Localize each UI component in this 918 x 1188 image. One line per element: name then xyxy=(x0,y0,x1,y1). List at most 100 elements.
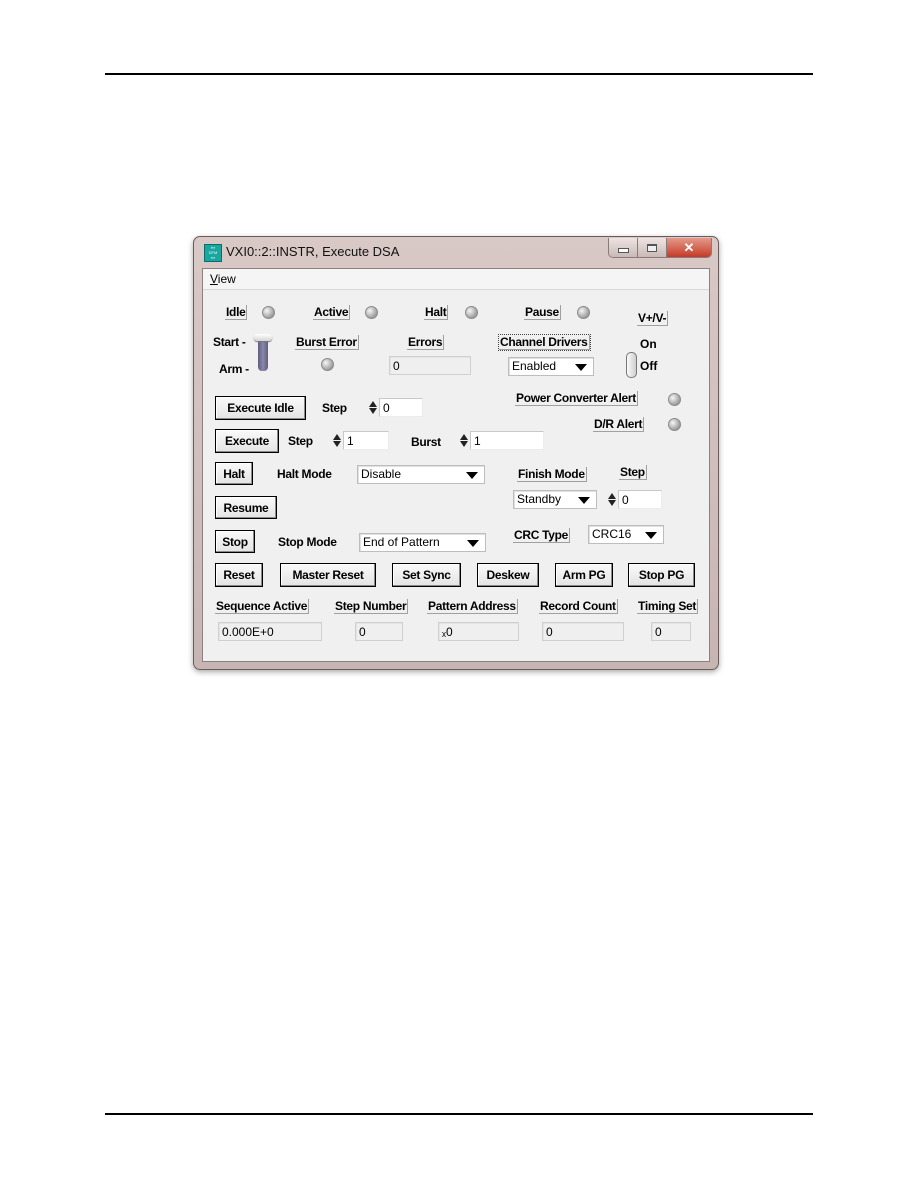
close-icon: ✕ xyxy=(683,239,695,255)
idle-label: Idle xyxy=(225,305,248,320)
finish-mode-value: Standby xyxy=(517,492,562,506)
page-header-rule xyxy=(105,73,813,75)
pause-indicator xyxy=(577,306,590,319)
timing-set-value: 0 xyxy=(651,622,691,641)
burst-error-indicator xyxy=(321,358,334,371)
stop-mode-value: End of Pattern xyxy=(363,535,440,549)
master-reset-button[interactable]: Master Reset xyxy=(280,563,376,587)
step-number-value: 0 xyxy=(355,622,403,641)
spin-down-icon[interactable] xyxy=(333,441,341,447)
finish-mode-label: Finish Mode xyxy=(517,467,587,482)
power-off-label: Off xyxy=(640,359,658,373)
chevron-down-icon xyxy=(467,540,479,547)
execute-button[interactable]: Execute xyxy=(215,429,279,453)
execute-idle-button[interactable]: Execute Idle xyxy=(215,396,306,420)
spin-up-icon[interactable] xyxy=(333,434,341,440)
stop-mode-select[interactable]: End of Pattern xyxy=(359,533,486,552)
channel-drivers-label: Channel Drivers xyxy=(498,334,591,351)
crc-type-value: CRC16 xyxy=(592,527,632,541)
pattern-address-value: ₓ0 xyxy=(438,622,519,641)
halt-indicator xyxy=(465,306,478,319)
halt-mode-label: Halt Mode xyxy=(277,467,332,481)
finish-step-spinner[interactable] xyxy=(608,490,616,509)
channel-drivers-select[interactable]: Enabled xyxy=(508,357,594,376)
minimize-icon xyxy=(617,248,629,253)
power-toggle-switch[interactable] xyxy=(626,352,637,378)
window-title: VXI0::2::INSTR, Execute DSA xyxy=(226,244,400,259)
start-arm-slider-thumb[interactable] xyxy=(254,334,272,341)
page-footer-rule xyxy=(105,1113,813,1115)
execute-step-spinner[interactable] xyxy=(333,431,341,450)
sequence-active-value: 0.000E+0 xyxy=(218,622,322,641)
spin-down-icon[interactable] xyxy=(460,441,468,447)
execute-step-input[interactable]: 1 xyxy=(343,431,389,450)
power-on-label: On xyxy=(640,337,657,351)
sequence-active-label: Sequence Active xyxy=(215,599,310,614)
spin-down-icon[interactable] xyxy=(369,408,377,414)
menu-bar: View xyxy=(203,269,709,290)
deskew-button[interactable]: Deskew xyxy=(477,563,539,587)
errors-label: Errors xyxy=(407,335,445,350)
halt-button[interactable]: Halt xyxy=(215,462,253,485)
menu-view-label: iew xyxy=(217,272,236,286)
resume-button[interactable]: Resume xyxy=(215,496,277,519)
dr-alert-indicator xyxy=(668,418,681,431)
chevron-down-icon xyxy=(645,532,657,539)
crc-type-select[interactable]: CRC16 xyxy=(588,525,664,544)
burst-error-label: Burst Error xyxy=(295,335,359,350)
close-button[interactable]: ✕ xyxy=(667,238,711,257)
finish-step-label: Step xyxy=(619,465,647,480)
power-converter-alert-label: Power Converter Alert xyxy=(515,391,638,406)
maximize-button[interactable] xyxy=(638,238,667,257)
power-converter-alert-indicator xyxy=(668,393,681,406)
menu-view[interactable]: View xyxy=(210,272,236,286)
spin-up-icon[interactable] xyxy=(608,493,616,499)
halt-status-label: Halt xyxy=(424,305,449,320)
burst-input[interactable]: 1 xyxy=(470,431,544,450)
maximize-icon xyxy=(647,243,657,252)
finish-step-input[interactable]: 0 xyxy=(618,490,662,509)
record-count-value: 0 xyxy=(542,622,624,641)
stop-button[interactable]: Stop xyxy=(215,530,255,553)
errors-field: 0 xyxy=(389,356,471,375)
chevron-down-icon xyxy=(578,497,590,504)
reset-button[interactable]: Reset xyxy=(215,563,263,587)
menu-view-accelerator: V xyxy=(210,272,218,286)
execute-idle-step-spinner[interactable] xyxy=(369,398,377,417)
stop-mode-label: Stop Mode xyxy=(278,535,337,549)
finish-mode-select[interactable]: Standby xyxy=(513,490,597,509)
spin-down-icon[interactable] xyxy=(608,500,616,506)
channel-drivers-value: Enabled xyxy=(512,359,557,373)
burst-label: Burst xyxy=(411,435,441,449)
caption-buttons: ✕ xyxy=(608,238,712,258)
step-number-label: Step Number xyxy=(334,599,409,614)
vplus-vminus-label: V+/V- xyxy=(637,311,669,326)
spin-up-icon[interactable] xyxy=(460,434,468,440)
active-indicator xyxy=(365,306,378,319)
arm-label: Arm - xyxy=(219,362,249,376)
execute-idle-step-label: Step xyxy=(322,401,347,415)
arm-pg-button[interactable]: Arm PG xyxy=(555,563,613,587)
minimize-button[interactable] xyxy=(609,238,638,257)
stop-pg-button[interactable]: Stop PG xyxy=(628,563,695,587)
execute-idle-step-input[interactable]: 0 xyxy=(379,398,423,417)
title-bar[interactable]: ▪▪▪ DFM ▪▪▪ VXI0::2::INSTR, Execute DSA ✕ xyxy=(194,237,718,267)
execute-dsa-window: ▪▪▪ DFM ▪▪▪ VXI0::2::INSTR, Execute DSA ✕ … xyxy=(193,236,719,670)
start-label: Start - xyxy=(213,335,246,349)
burst-spinner[interactable] xyxy=(460,431,468,450)
chevron-down-icon xyxy=(575,364,587,371)
set-sync-button[interactable]: Set Sync xyxy=(392,563,461,587)
idle-indicator xyxy=(262,306,275,319)
record-count-label: Record Count xyxy=(539,599,618,614)
execute-step-label: Step xyxy=(288,434,313,448)
chevron-down-icon xyxy=(466,472,478,479)
timing-set-label: Timing Set xyxy=(637,599,699,614)
dr-alert-label: D/R Alert xyxy=(593,417,645,432)
halt-mode-select[interactable]: Disable xyxy=(357,465,485,484)
pattern-address-label: Pattern Address xyxy=(427,599,518,614)
spin-up-icon[interactable] xyxy=(369,401,377,407)
app-icon: ▪▪▪ DFM ▪▪▪ xyxy=(204,244,222,262)
pause-label: Pause xyxy=(524,305,561,320)
start-arm-slider[interactable] xyxy=(254,334,272,371)
active-label: Active xyxy=(313,305,351,320)
